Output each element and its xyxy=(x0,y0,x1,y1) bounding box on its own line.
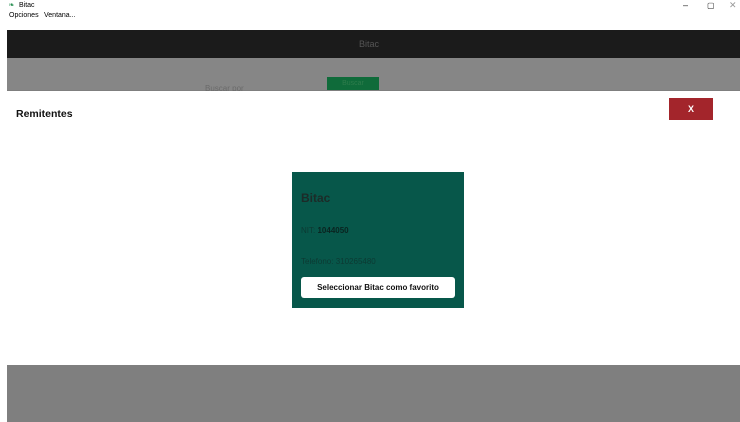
sender-name: Bitac xyxy=(301,191,331,205)
background-bottom-overlay xyxy=(7,365,740,422)
sender-phone: Telefono: 310265480 xyxy=(301,257,376,266)
menu-ventana[interactable]: Ventana... xyxy=(44,11,76,21)
minimize-icon[interactable]: – xyxy=(683,0,688,11)
phone-label: Telefono: xyxy=(301,257,334,266)
background-header: Bitac xyxy=(7,30,740,58)
maximize-icon[interactable]: ▢ xyxy=(707,0,715,11)
sender-nit: NIT: 1044050 xyxy=(301,226,349,235)
select-favorite-button[interactable]: Seleccionar Bitac como favorito xyxy=(301,277,455,298)
nit-value: 1044050 xyxy=(317,226,349,235)
modal-title: Remitentes xyxy=(16,108,73,120)
window-titlebar: ❧ Bitac – ▢ ✕ xyxy=(0,0,740,11)
menu-opciones[interactable]: Opciones xyxy=(9,11,39,21)
menubar: Opciones Ventana... xyxy=(0,11,740,21)
remitentes-modal: Remitentes X Bitac NIT: 1044050 Telefono… xyxy=(7,91,740,365)
close-modal-button[interactable]: X xyxy=(669,98,713,120)
close-window-icon[interactable]: ✕ xyxy=(729,0,737,11)
background-search-button: Buscar xyxy=(327,77,379,90)
background-header-label: Bitac xyxy=(359,39,380,49)
sender-card: Bitac NIT: 1044050 Telefono: 310265480 S… xyxy=(292,172,464,308)
nit-label: NIT: xyxy=(301,226,316,235)
window-title: Bitac xyxy=(19,2,35,9)
phone-value: 310265480 xyxy=(335,257,376,266)
app-icon: ❧ xyxy=(8,2,15,9)
